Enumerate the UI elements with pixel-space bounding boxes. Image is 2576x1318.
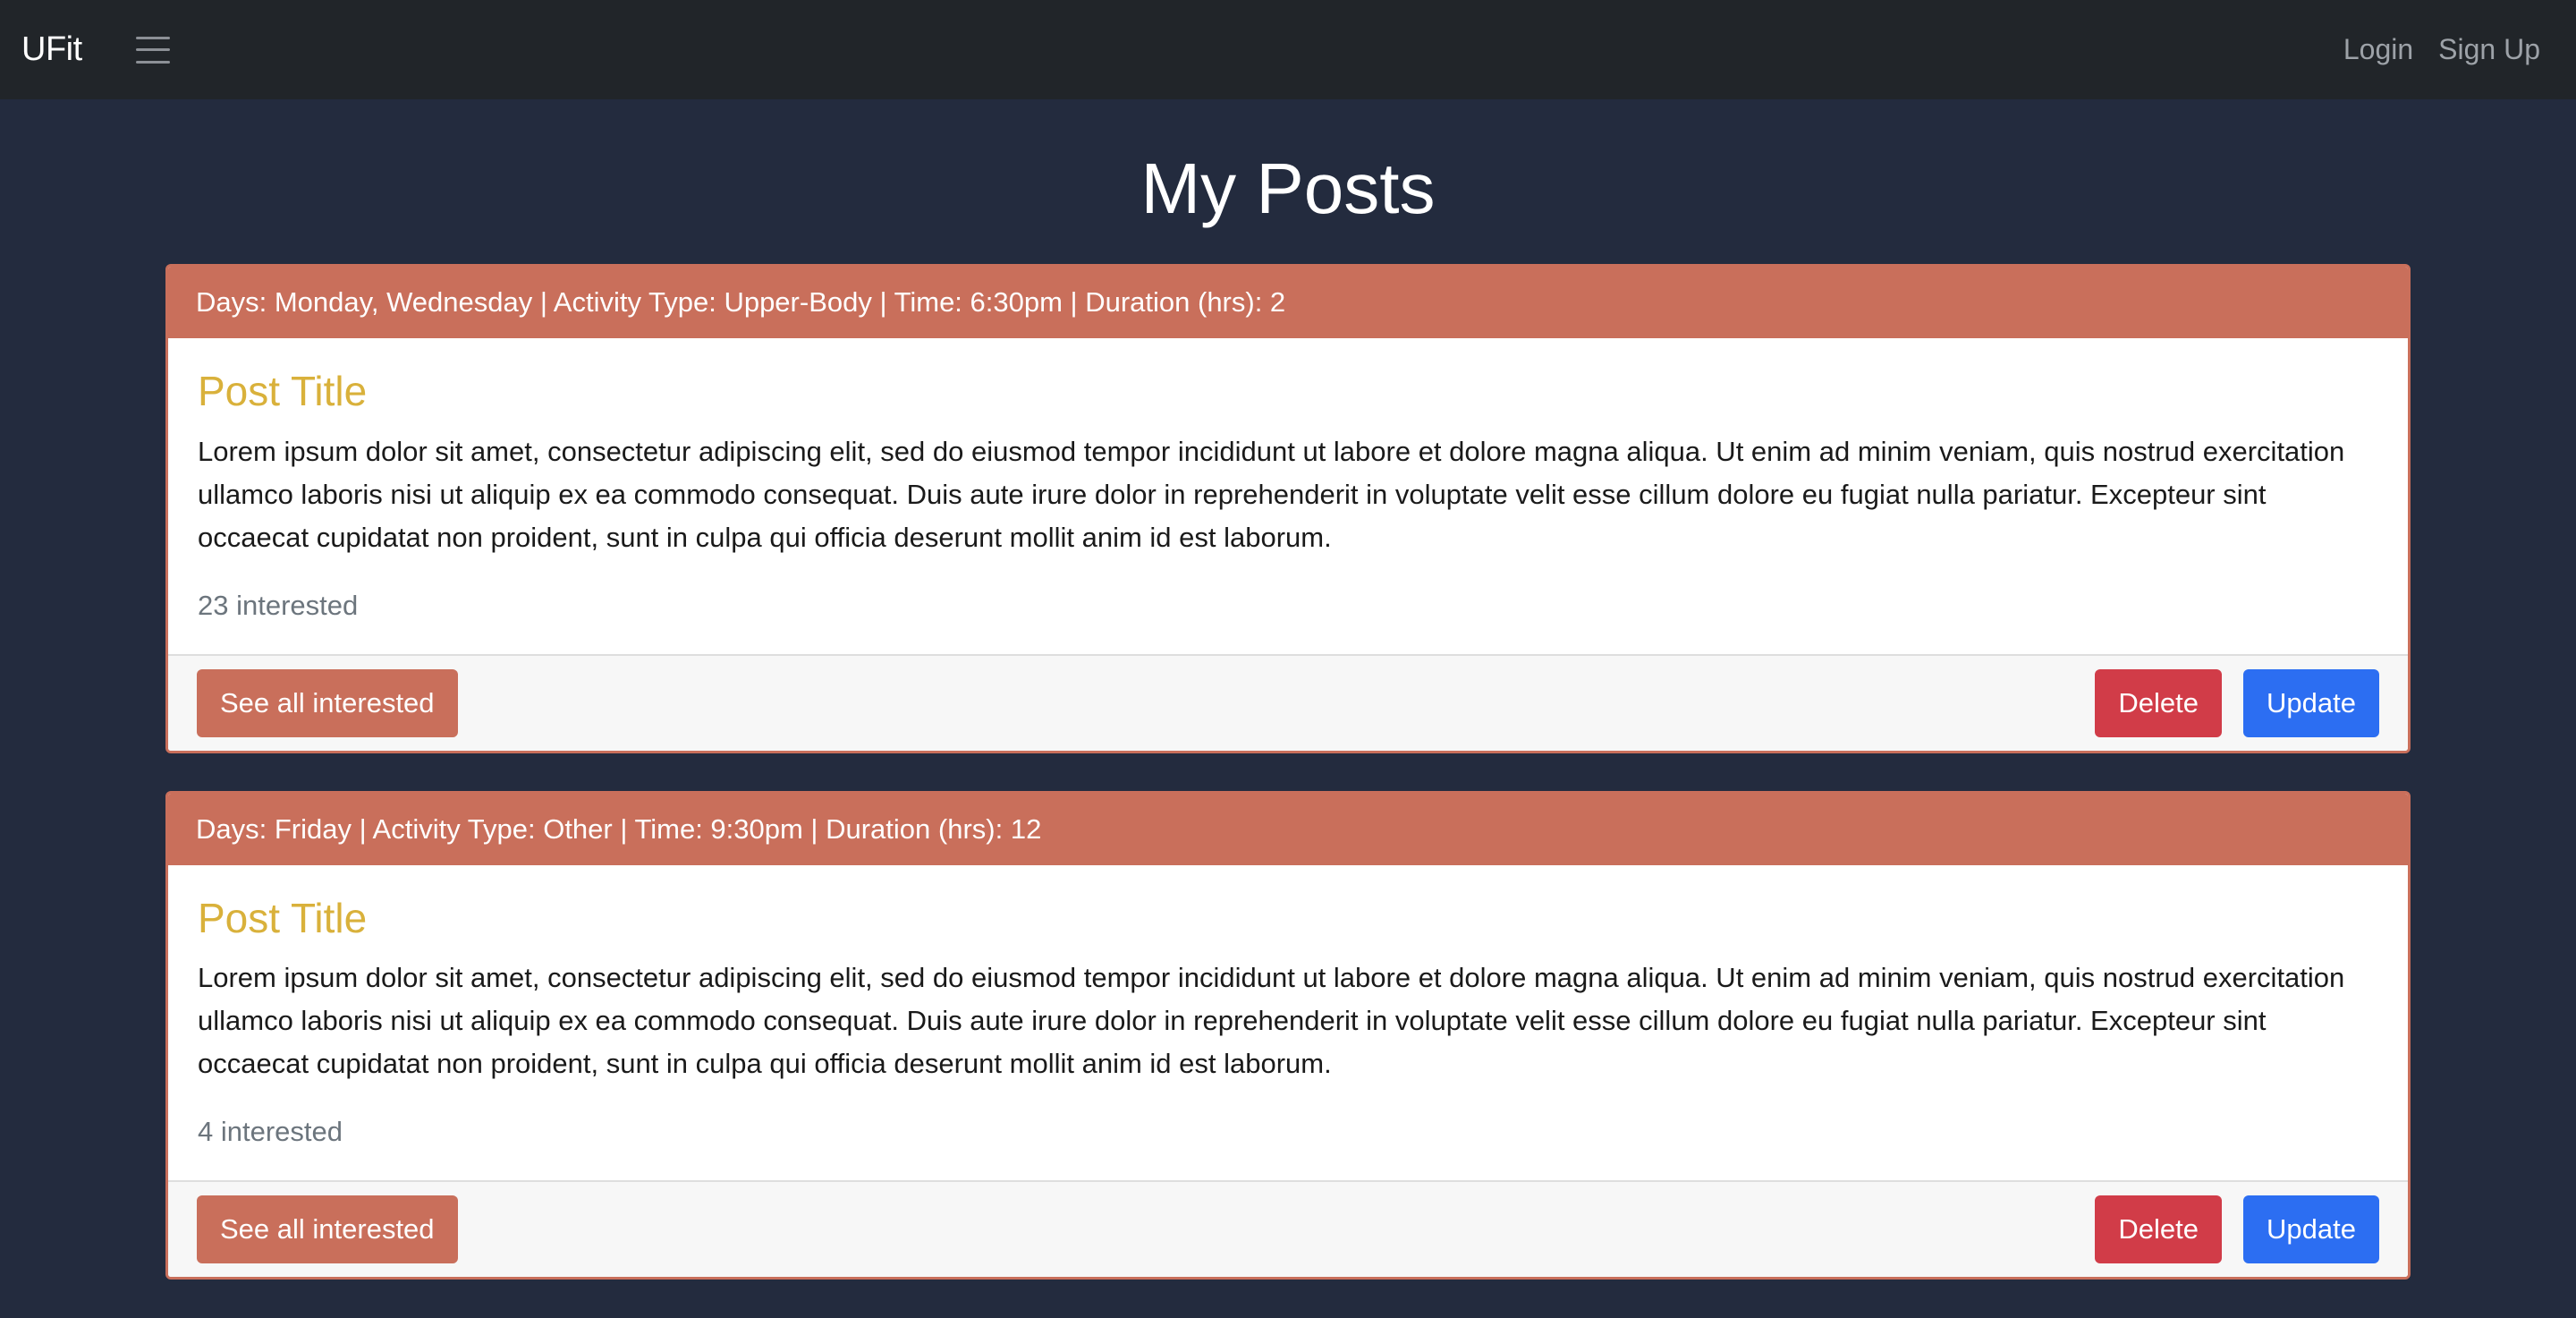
delete-button[interactable]: Delete: [2095, 1195, 2223, 1264]
post-card-header: Days: Friday | Activity Type: Other | Ti…: [168, 793, 2408, 865]
interested-count: 4 interested: [198, 1116, 343, 1148]
post-card-header: Days: Monday, Wednesday | Activity Type:…: [168, 267, 2408, 338]
navbar: UFit Login Sign Up: [0, 0, 2576, 99]
hamburger-line: [135, 60, 170, 64]
post-card-footer: See all interested Delete Update: [168, 653, 2408, 751]
navbar-left: UFit: [21, 30, 170, 69]
post-actions: Delete Update: [2095, 668, 2379, 737]
post-title: Post Title: [198, 894, 368, 941]
delete-button[interactable]: Delete: [2095, 668, 2223, 737]
signup-link[interactable]: Sign Up: [2438, 33, 2540, 66]
hamburger-menu-icon[interactable]: [135, 36, 170, 64]
update-button[interactable]: Update: [2243, 1195, 2379, 1264]
post-card: Days: Monday, Wednesday | Activity Type:…: [165, 264, 2411, 753]
post-card: Days: Friday | Activity Type: Other | Ti…: [165, 790, 2411, 1280]
see-all-interested-button[interactable]: See all interested: [197, 1195, 458, 1264]
update-button[interactable]: Update: [2243, 668, 2379, 737]
post-description: Lorem ipsum dolor sit amet, consectetur …: [198, 962, 2345, 1080]
see-all-interested-button[interactable]: See all interested: [197, 668, 458, 737]
post-card-body: Post Title Lorem ipsum dolor sit amet, c…: [168, 864, 2408, 1181]
post-description: Lorem ipsum dolor sit amet, consectetur …: [198, 435, 2345, 553]
interested-count: 23 interested: [198, 589, 359, 621]
post-title: Post Title: [198, 368, 368, 414]
page-title: My Posts: [1140, 149, 1436, 228]
post-actions: Delete Update: [2095, 1195, 2379, 1264]
posts-list: Days: Monday, Wednesday | Activity Type:…: [0, 264, 2576, 1280]
hamburger-line: [135, 36, 170, 39]
brand-logo[interactable]: UFit: [21, 30, 82, 69]
post-card-footer: See all interested Delete Update: [168, 1180, 2408, 1278]
post-card-body: Post Title Lorem ipsum dolor sit amet, c…: [168, 338, 2408, 654]
login-link[interactable]: Login: [2343, 33, 2413, 66]
hamburger-line: [135, 48, 170, 51]
navbar-right: Login Sign Up: [2318, 33, 2555, 66]
